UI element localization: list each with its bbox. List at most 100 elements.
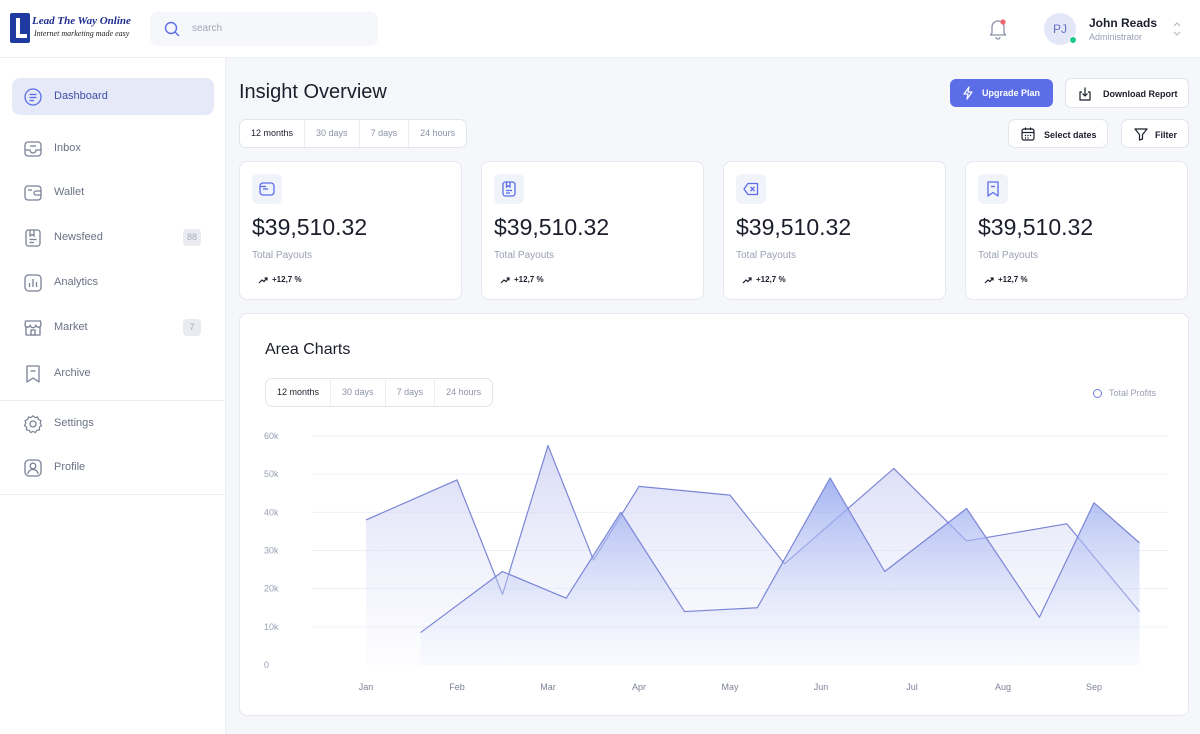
dashboard-icon xyxy=(24,88,42,106)
brand-name: Lead The Way Online xyxy=(32,15,131,27)
select-dates-button[interactable]: Select dates xyxy=(1008,119,1108,148)
top-bar: Lead The Way Online Internet marketing m… xyxy=(0,0,1200,58)
upgrade-plan-label: Upgrade Plan xyxy=(982,88,1041,98)
trend-up-icon xyxy=(984,277,994,284)
sidebar-item-settings[interactable]: Settings xyxy=(12,405,214,442)
stat-trend-badge: +12,7 % xyxy=(494,272,550,288)
legend-marker xyxy=(1092,389,1102,398)
sidebar-item-wallet[interactable]: Wallet xyxy=(12,174,214,211)
chart-time-range-tabs: 12 months 30 days 7 days 24 hours xyxy=(265,378,494,407)
chart-tab-24-hours[interactable]: 24 hours xyxy=(434,379,492,406)
stat-trend-badge: +12,7 % xyxy=(736,272,792,288)
legend-label: Total Profits xyxy=(1108,388,1156,398)
y-tick-label: 0 xyxy=(264,660,269,670)
tab-30-days[interactable]: 30 days xyxy=(304,120,359,147)
brand-logo[interactable]: Lead The Way Online Internet marketing m… xyxy=(10,11,140,45)
chart-legend[interactable]: Total Profits xyxy=(1092,386,1156,400)
tab-24-hours[interactable]: 24 hours xyxy=(408,120,466,147)
stat-icon-box xyxy=(494,174,524,204)
sidebar-item-newsfeed[interactable]: Newsfeed 88 xyxy=(12,219,214,256)
stat-trend-value: +12,7 % xyxy=(272,275,302,284)
brand-tagline: Internet marketing made easy xyxy=(34,29,130,38)
chart-tab-30-days[interactable]: 30 days xyxy=(330,379,385,406)
filter-button[interactable]: Filter xyxy=(1121,119,1189,148)
sidebar-item-label: Dashboard xyxy=(54,90,108,102)
trend-up-icon xyxy=(500,277,510,284)
stat-value: $39,510.32 xyxy=(252,214,368,240)
y-tick-label: 40k xyxy=(264,507,279,517)
chart-tab-12-months[interactable]: 12 months xyxy=(266,379,330,406)
user-role: Administrator xyxy=(1089,32,1143,42)
y-tick-label: 30k xyxy=(264,546,279,556)
gear-icon xyxy=(23,415,43,434)
sidebar-item-label: Profile xyxy=(54,461,86,473)
stat-card[interactable]: $39,510.32 Total Payouts +12,7 % xyxy=(965,161,1188,300)
market-count-badge: 7 xyxy=(183,319,201,336)
notification-bell-icon[interactable] xyxy=(988,18,1008,40)
tab-7-days[interactable]: 7 days xyxy=(358,120,409,147)
time-range-tabs: 12 months 30 days 7 days 24 hours xyxy=(239,119,468,148)
avatar[interactable]: PJ xyxy=(1044,13,1077,45)
y-tick-label: 20k xyxy=(264,584,279,594)
stat-label: Total Payouts xyxy=(494,250,555,261)
tab-12-months[interactable]: 12 months xyxy=(240,120,304,147)
stat-trend-value: +12,7 % xyxy=(756,275,786,284)
x-tick-label: Jul xyxy=(906,682,918,692)
chart-tab-7-days[interactable]: 7 days xyxy=(384,379,435,406)
inbox-icon xyxy=(24,141,42,157)
sidebar-item-label: Inbox xyxy=(54,142,81,154)
calendar-icon xyxy=(1021,127,1035,141)
newsfeed-icon xyxy=(25,229,41,247)
stat-card[interactable]: $39,510.32 Total Payouts +12,7 % xyxy=(723,161,946,300)
backspace-icon xyxy=(743,182,759,196)
stat-label: Total Payouts xyxy=(736,250,797,261)
x-tick-label: Mar xyxy=(540,682,556,692)
sidebar-item-profile[interactable]: Profile xyxy=(12,449,214,486)
sidebar-item-label: Wallet xyxy=(54,186,85,198)
sidebar-item-label: Analytics xyxy=(54,276,99,288)
search-input[interactable]: search xyxy=(150,12,378,46)
analytics-icon xyxy=(24,274,42,292)
x-tick-label: Apr xyxy=(632,682,646,692)
stat-value: $39,510.32 xyxy=(736,214,852,240)
sidebar-item-inbox[interactable]: Inbox xyxy=(12,130,214,167)
y-tick-label: 10k xyxy=(264,622,279,632)
market-icon xyxy=(24,320,42,336)
stat-label: Total Payouts xyxy=(978,250,1039,261)
sidebar-divider xyxy=(0,400,226,401)
x-tick-label: Sep xyxy=(1086,682,1102,692)
stat-trend-value: +12,7 % xyxy=(998,275,1028,284)
download-icon xyxy=(1079,87,1091,101)
stat-trend-badge: +12,7 % xyxy=(978,272,1034,288)
profile-icon xyxy=(24,459,42,477)
chevron-up-down-icon[interactable] xyxy=(1172,20,1182,38)
page-title: Insight Overview xyxy=(239,81,387,103)
stat-card[interactable]: $39,510.32 Total Payouts +12,7 % xyxy=(239,161,462,300)
receipt-icon xyxy=(987,181,999,197)
x-tick-label: Jan xyxy=(359,682,374,692)
stat-trend-badge: +12,7 % xyxy=(252,272,308,288)
user-name: John Reads xyxy=(1089,16,1158,30)
trend-up-icon xyxy=(258,277,268,284)
stat-value: $39,510.32 xyxy=(978,214,1094,240)
stat-card[interactable]: $39,510.32 Total Payouts +12,7 % xyxy=(481,161,704,300)
x-tick-label: Jun xyxy=(814,682,829,692)
filter-label: Filter xyxy=(1155,130,1178,140)
sidebar-item-analytics[interactable]: Analytics xyxy=(12,264,214,301)
upgrade-plan-button[interactable]: Upgrade Plan xyxy=(950,79,1053,107)
avatar-initials: PJ xyxy=(1052,22,1067,36)
sidebar-item-market[interactable]: Market 7 xyxy=(12,309,214,346)
sidebar: Dashboard Inbox Wallet Newsfeed 88 Analy… xyxy=(0,58,226,734)
online-status-dot xyxy=(1069,36,1077,44)
stat-label: Total Payouts xyxy=(252,250,313,261)
sidebar-item-dashboard[interactable]: Dashboard xyxy=(12,78,214,115)
sidebar-item-archive[interactable]: Archive xyxy=(12,355,214,392)
sidebar-item-label: Newsfeed xyxy=(54,231,103,243)
chart-title: Area Charts xyxy=(265,341,351,358)
sidebar-divider xyxy=(0,494,226,495)
download-report-button[interactable]: Download Report xyxy=(1065,78,1189,108)
stat-value: $39,510.32 xyxy=(494,214,610,240)
clipboard-icon xyxy=(502,181,516,197)
lightning-icon xyxy=(963,86,973,100)
search-icon xyxy=(164,21,180,37)
